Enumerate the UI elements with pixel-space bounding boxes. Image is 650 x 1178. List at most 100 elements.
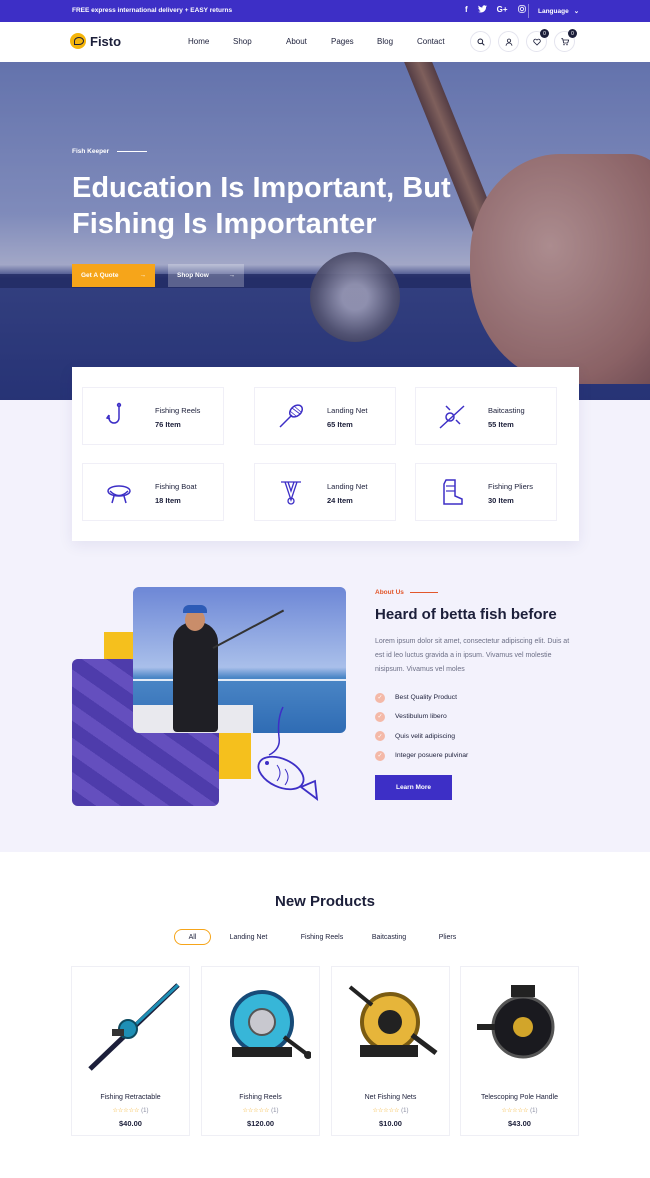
search-button[interactable] [470, 31, 491, 52]
cart-button[interactable]: 0 [554, 29, 577, 52]
category-name: Fishing Reels [155, 406, 201, 415]
product-card[interactable]: Fishing Reels ☆☆☆☆☆ (1) $120.00 [201, 966, 320, 1136]
baitcasting-icon [439, 405, 465, 429]
google-plus-icon[interactable]: G+ [497, 5, 508, 15]
get-quote-button[interactable]: Get A Quote → [72, 264, 155, 287]
language-selector[interactable]: Language ⌄ [538, 7, 580, 16]
product-price: $40.00 [119, 1119, 142, 1128]
check-icon: ✓ [375, 731, 385, 742]
main-navigation: Fisto Home Shop About Pages Blog Contact… [0, 22, 650, 62]
category-count: 76 Item [155, 420, 181, 429]
category-card[interactable]: Fishing Boat 18 Item [82, 463, 224, 521]
account-button[interactable] [498, 31, 519, 52]
brand-logo[interactable]: Fisto [70, 33, 121, 49]
arrow-right-icon: → [139, 272, 147, 279]
category-count: 30 Item [488, 496, 514, 505]
category-card[interactable]: Baitcasting 55 Item [415, 387, 557, 445]
category-card[interactable]: Fishing Reels 76 Item [82, 387, 224, 445]
product-rating: ☆☆☆☆☆ (1) [72, 1107, 189, 1114]
menu-item-contact[interactable]: Contact [417, 37, 462, 46]
check-icon: ✓ [375, 750, 385, 761]
menu-item-about[interactable]: About [286, 37, 331, 46]
fish-logo-icon [70, 33, 86, 49]
hero-banner: Fish Keeper Education Is Important, But … [0, 62, 650, 400]
menu-item-blog[interactable]: Blog [377, 37, 417, 46]
feature-label: Best Quality Product [395, 694, 457, 702]
hero-title-line1: Education Is Important, But [72, 172, 451, 204]
review-count: (1) [141, 1108, 149, 1114]
user-icon [505, 38, 512, 46]
category-count: 55 Item [488, 420, 514, 429]
hero-kicker-text: Fish Keeper [72, 148, 110, 155]
landing-net-icon [279, 404, 304, 428]
feature-label: Integer posuere pulvinar [395, 752, 469, 760]
review-count: (1) [530, 1108, 538, 1114]
product-name: Fishing Retractable [100, 1094, 161, 1101]
fish-illustration-icon [257, 706, 319, 801]
topbar-divider [528, 4, 529, 18]
hero-kicker: Fish Keeper [72, 148, 148, 155]
shop-now-button[interactable]: Shop Now → [168, 264, 244, 287]
cart-icon [560, 37, 569, 45]
menu-item-shop[interactable]: Shop [233, 37, 286, 46]
search-icon [477, 38, 485, 46]
tab-baitcasting[interactable]: Baitcasting [358, 929, 420, 945]
arrow-right-icon: → [228, 272, 236, 279]
feature-label: Vestibulum libero [395, 713, 447, 721]
product-rating: ☆☆☆☆☆ (1) [332, 1107, 449, 1114]
menu-item-home[interactable]: Home [188, 37, 233, 46]
product-card[interactable]: Net Fishing Nets ☆☆☆☆☆ (1) $10.00 [331, 966, 450, 1136]
category-card[interactable]: Fishing Pliers 30 Item [415, 463, 557, 521]
twitter-icon[interactable] [477, 5, 487, 15]
product-rating: ☆☆☆☆☆ (1) [202, 1107, 319, 1114]
language-label: Language [538, 7, 569, 15]
feature-item: ✓ Quis velit adipiscing [375, 727, 468, 746]
cart-count-badge: 0 [568, 29, 577, 38]
product-filter-tabs: All Landing Net Fishing Reels Baitcastin… [174, 929, 475, 945]
check-icon: ✓ [375, 711, 385, 722]
product-card[interactable]: Fishing Retractable ☆☆☆☆☆ (1) $40.00 [71, 966, 190, 1136]
menu-item-pages[interactable]: Pages [331, 37, 377, 46]
category-card[interactable]: Landing Net 65 Item [254, 387, 396, 445]
star-rating-icon: ☆☆☆☆☆ [112, 1108, 140, 1114]
brand-name: Fisto [90, 33, 122, 49]
hero-title: Education Is Important, But Fishing Is I… [72, 170, 532, 242]
feature-item: ✓ Best Quality Product [375, 688, 468, 707]
category-name: Fishing Pliers [488, 482, 534, 491]
tab-fishing-reels[interactable]: Fishing Reels [286, 929, 358, 945]
header-actions: 0 0 [470, 29, 577, 52]
feature-item: ✓ Vestibulum libero [375, 707, 468, 726]
facebook-icon[interactable]: f [465, 5, 468, 15]
about-title: Heard of betta fish before [375, 606, 557, 623]
top-bar: FREE express international delivery + EA… [0, 0, 650, 22]
tab-pliers[interactable]: Pliers [420, 929, 475, 945]
review-count: (1) [271, 1108, 279, 1114]
category-name: Landing Net [327, 482, 368, 491]
product-card[interactable]: Telescoping Pole Handle ☆☆☆☆☆ (1) $43.00 [460, 966, 579, 1136]
product-image [348, 985, 438, 1057]
wishlist-button[interactable]: 0 [526, 29, 549, 52]
category-name: Landing Net [327, 406, 368, 415]
tab-all[interactable]: All [174, 929, 211, 945]
tab-landing-net[interactable]: Landing Net [211, 929, 286, 945]
wishlist-count-badge: 0 [540, 29, 549, 38]
shop-now-label: Shop Now [177, 272, 209, 279]
instagram-icon[interactable] [517, 5, 526, 15]
about-kicker-text: About Us [375, 589, 404, 596]
promo-text: FREE express international delivery + EA… [72, 7, 233, 14]
product-image [477, 985, 555, 1059]
category-name: Fishing Boat [155, 482, 197, 491]
get-quote-label: Get A Quote [81, 272, 119, 279]
category-card[interactable]: Landing Net 24 Item [254, 463, 396, 521]
chevron-down-icon: ⌄ [573, 8, 580, 15]
decorative-yellow-square [104, 632, 134, 660]
category-count: 18 Item [155, 496, 181, 505]
about-description: Lorem ipsum dolor sit amet, consectetur … [375, 638, 570, 673]
feature-list: ✓ Best Quality Product ✓ Vestibulum libero… [375, 688, 468, 765]
product-price: $120.00 [246, 1119, 275, 1128]
products-section-title: New Products [274, 893, 376, 910]
learn-more-button[interactable]: Learn More [375, 775, 452, 800]
product-price: $10.00 [379, 1119, 402, 1128]
check-icon: ✓ [375, 692, 385, 703]
product-image [230, 990, 311, 1059]
